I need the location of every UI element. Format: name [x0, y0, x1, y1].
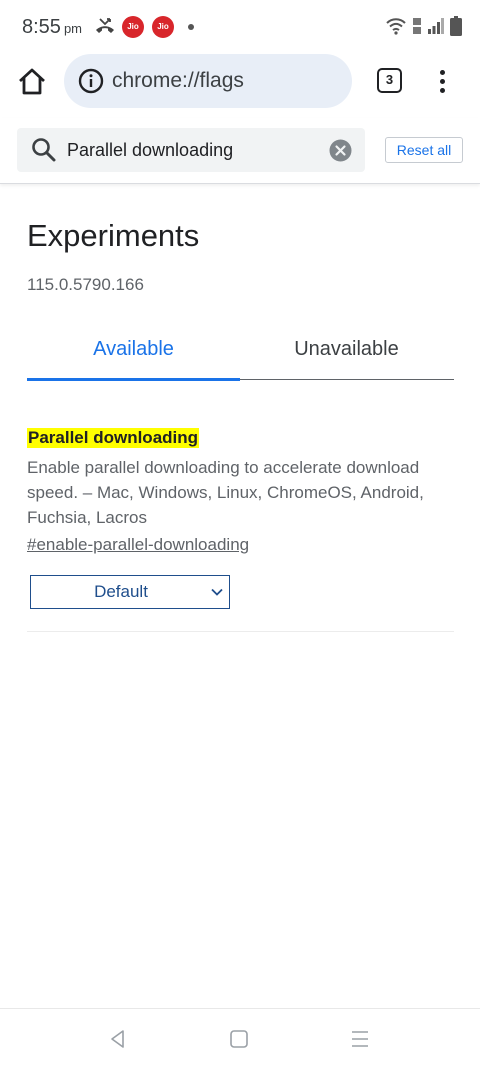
- home-square-icon[interactable]: [230, 1030, 248, 1048]
- battery-icon: [450, 16, 462, 36]
- recents-icon[interactable]: [350, 1029, 370, 1049]
- address-bar[interactable]: chrome://flags: [64, 54, 352, 108]
- missed-call-icon: [96, 18, 114, 33]
- search-input[interactable]: Parallel downloading: [17, 128, 365, 172]
- volte-icon: [413, 18, 421, 34]
- status-bar: 8:55 pm Jio Jio: [0, 0, 480, 54]
- divider: [27, 631, 454, 632]
- chevron-down-icon: [211, 588, 223, 596]
- url-text[interactable]: chrome://flags: [112, 69, 244, 93]
- flag-permalink[interactable]: #enable-parallel-downloading: [27, 535, 249, 555]
- notification-dot: [188, 24, 194, 30]
- tab-available[interactable]: Available: [27, 338, 240, 361]
- tab-bar: Available Unavailable: [27, 322, 454, 381]
- jio-badge: Jio: [152, 16, 174, 38]
- info-icon[interactable]: [78, 68, 104, 94]
- status-time: 8:55 pm: [22, 16, 82, 38]
- more-options-icon[interactable]: [430, 67, 454, 95]
- search-query[interactable]: Parallel downloading: [67, 140, 233, 161]
- flag-state-select[interactable]: Default: [30, 575, 230, 609]
- clear-search-icon[interactable]: [329, 139, 352, 162]
- back-icon[interactable]: [108, 1029, 128, 1049]
- search-icon: [32, 138, 56, 162]
- tab-switcher-button[interactable]: 3: [377, 68, 402, 93]
- reset-all-button[interactable]: Reset all: [385, 137, 463, 163]
- tab-selected-indicator: [27, 378, 240, 381]
- home-icon[interactable]: [16, 66, 48, 98]
- flags-search-bar: Parallel downloading Reset all: [0, 118, 480, 184]
- flag-description: Enable parallel downloading to accelerat…: [27, 458, 424, 527]
- system-nav-bar: [0, 1008, 480, 1067]
- version-label: 115.0.5790.166: [27, 275, 144, 294]
- browser-toolbar: chrome://flags 3: [0, 54, 480, 108]
- tab-unavailable[interactable]: Unavailable: [240, 338, 453, 361]
- flag-name: Parallel downloading: [27, 428, 200, 448]
- jio-badge: Jio: [122, 16, 144, 38]
- page-title: Experiments: [27, 218, 200, 253]
- select-value: Default: [94, 582, 148, 601]
- wifi-icon: [386, 18, 406, 35]
- signal-icon: [428, 18, 444, 34]
